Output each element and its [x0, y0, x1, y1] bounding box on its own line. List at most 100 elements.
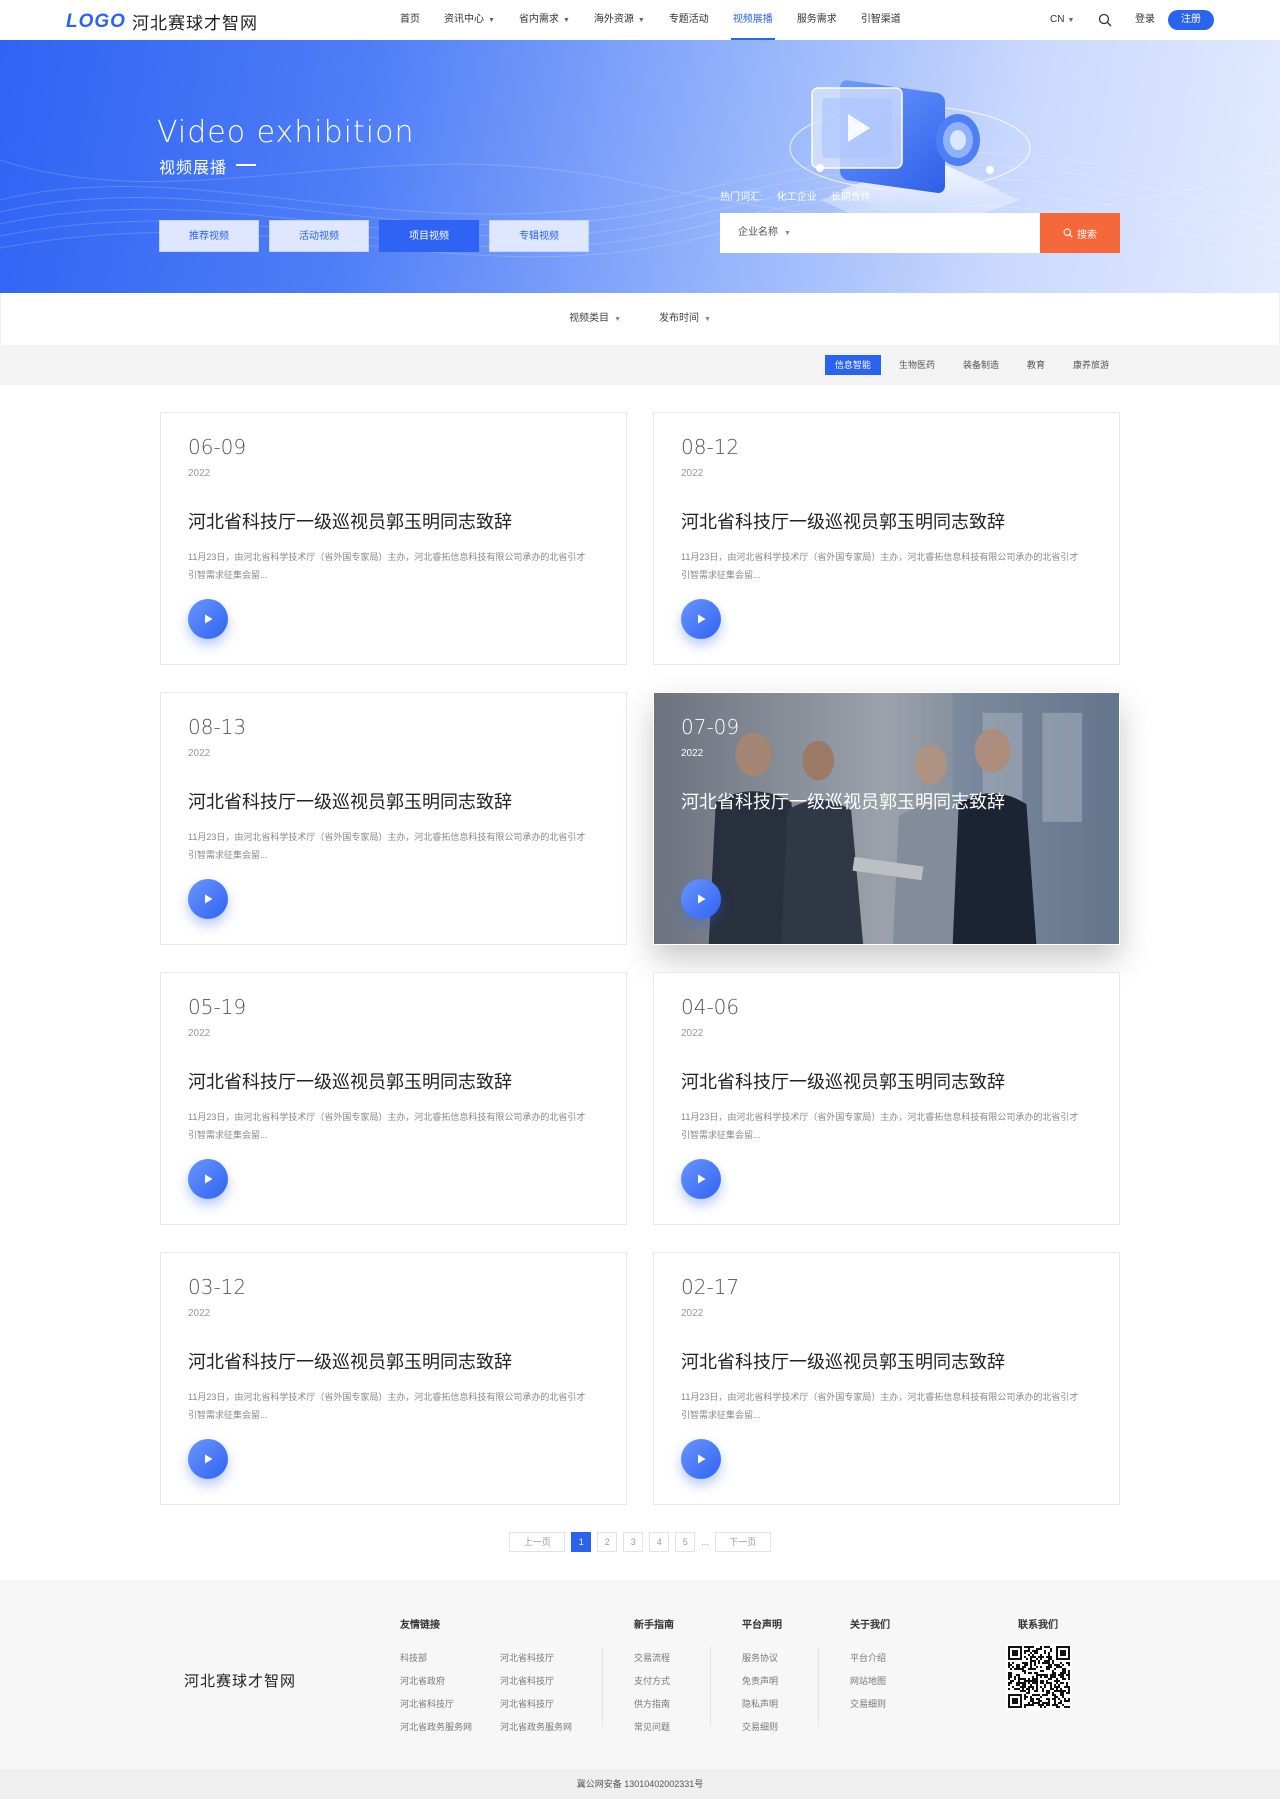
nav-item[interactable]: 省内需求 ▼ [507, 0, 582, 40]
industry-tag[interactable]: 教育 [1017, 355, 1055, 375]
footer-statement: 平台声明 服务协议 免责声明 隐私声明 交易细则 [742, 1616, 782, 1739]
footer-link[interactable]: 河北省政府 [400, 1670, 472, 1693]
footer-link[interactable]: 河北省科技厅 [500, 1693, 572, 1716]
industry-tag[interactable]: 生物医药 [889, 355, 945, 375]
video-card[interactable]: 05-19 2022 河北省科技厅一级巡视员郭玉明同志致辞 11月23日，由河北省科学… [160, 972, 627, 1225]
industry-tag[interactable]: 信息智能 [824, 355, 881, 375]
chevron-down-icon: ▼ [704, 316, 711, 323]
video-category-tab[interactable]: 专辑视频 [489, 220, 589, 252]
search-type-select[interactable]: 企业名称 ▼ [720, 213, 1040, 253]
footer-link[interactable]: 交易细则 [742, 1716, 782, 1739]
footer-logo[interactable]: 河北赛球才智网 [184, 1670, 296, 1691]
site-header: LOGO 河北赛球才智网 首页 资讯中心 ▼ 省内需求 ▼ 海外资源 ▼ 专题活动 视频展播 服务… [0, 0, 1280, 40]
footer-link[interactable]: 河北省科技厅 [500, 1647, 572, 1670]
nav-item[interactable]: 专题活动 [657, 0, 721, 40]
nav-item[interactable]: 引智渠道 [849, 0, 913, 40]
industry-tag-row: 信息智能 生物医药 装备制造 教育 康养旅游 [0, 345, 1280, 385]
next-page-button[interactable]: 下一页 [714, 1532, 771, 1552]
footer-link[interactable]: 服务协议 [742, 1647, 782, 1670]
site-logo[interactable]: LOGO 河北赛球才智网 [66, 9, 258, 34]
pagination: 上一页 1 2 3 4 5... 下一页 [0, 1532, 1280, 1552]
page-number-button[interactable]: 4 [649, 1532, 670, 1552]
qr-code-icon [1006, 1644, 1072, 1710]
play-button[interactable] [681, 879, 721, 919]
video-card[interactable]: 08-13 2022 河北省科技厅一级巡视员郭玉明同志致辞 11月23日，由河北省科学… [160, 692, 627, 945]
card-description: 11月23日，由河北省科学技术厅（省外国专家局）主办，河北睿拓信息科技有限公司承… [188, 552, 586, 580]
filter-publish-time[interactable]: 发布时间 ▼ [659, 293, 711, 345]
footer-link[interactable]: 河北省政务服务网 [400, 1716, 472, 1739]
industry-tag[interactable]: 装备制造 [953, 355, 1009, 375]
footer-link[interactable]: 免责声明 [742, 1670, 782, 1693]
footer-link[interactable]: 供方指南 [634, 1693, 674, 1716]
footer-guide: 新手指南 交易流程 支付方式 供方指南 常见问题 [634, 1616, 674, 1739]
register-button[interactable]: 注册 [1168, 10, 1214, 30]
page-number-button[interactable]: 2 [597, 1532, 618, 1552]
footer-link[interactable]: 交易细则 [850, 1693, 890, 1716]
play-button[interactable] [681, 1159, 721, 1199]
footer-link[interactable]: 网站地图 [850, 1670, 890, 1693]
play-icon [698, 614, 706, 624]
play-icon [698, 1454, 706, 1464]
footer-link[interactable]: 交易流程 [634, 1647, 674, 1670]
language-switch[interactable]: CN ▼ [1050, 0, 1074, 40]
video-card[interactable]: 02-17 2022 河北省科技厅一级巡视员郭玉明同志致辞 11月23日，由河北省科学… [653, 1252, 1120, 1505]
footer-link[interactable]: 平台介绍 [850, 1647, 890, 1670]
filter-video-category[interactable]: 视频类目 ▼ [569, 293, 621, 345]
page-number-button[interactable]: 3 [623, 1532, 644, 1552]
footer-column-title: 关于我们 [850, 1620, 890, 1631]
chevron-down-icon: ▼ [488, 17, 495, 24]
nav-item[interactable]: 视频展播 [721, 0, 785, 40]
footer-link[interactable]: 河北省科技厅 [500, 1670, 572, 1693]
play-button[interactable] [681, 1439, 721, 1479]
nav-item[interactable]: 首页 [388, 0, 432, 40]
video-category-tab[interactable]: 项目视频 [379, 220, 479, 252]
video-card[interactable]: 04-06 2022 河北省科技厅一级巡视员郭玉明同志致辞 11月23日，由河北省科学… [653, 972, 1120, 1225]
video-category-tab[interactable]: 活动视频 [269, 220, 369, 252]
page-number-button[interactable]: 1 [571, 1532, 592, 1552]
video-card-featured[interactable]: 07-09 2022 河北省科技厅一级巡视员郭玉明同志致辞 [653, 692, 1120, 945]
card-title: 河北省科技厅一级巡视员郭玉明同志致辞 [188, 1072, 512, 1092]
login-link[interactable]: 登录 [1135, 0, 1155, 40]
nav-item[interactable]: 资讯中心 ▼ [432, 0, 507, 40]
card-year: 2022 [188, 468, 211, 479]
play-icon [698, 1174, 706, 1184]
card-date: 07-09 [681, 715, 740, 739]
play-button[interactable] [188, 1439, 228, 1479]
footer-link[interactable]: 河北省政务服务网 [500, 1716, 572, 1739]
card-year: 2022 [681, 748, 704, 759]
nav-item[interactable]: 服务需求 [785, 0, 849, 40]
nav-item-label: 海外资源 [593, 14, 634, 25]
video-card[interactable]: 08-12 2022 河北省科技厅一级巡视员郭玉明同志致辞 11月23日，由河北省科学… [653, 412, 1120, 665]
footer-link[interactable]: 支付方式 [634, 1670, 674, 1693]
footer-divider [818, 1646, 819, 1726]
search-button[interactable]: 搜索 [1040, 213, 1120, 253]
chevron-down-icon: ▼ [637, 17, 645, 24]
hot-word[interactable]: 长期合作 [831, 188, 871, 203]
footer-link[interactable]: 科技部 [400, 1647, 472, 1670]
play-icon [205, 894, 213, 904]
play-button[interactable] [188, 599, 228, 639]
play-button[interactable] [681, 599, 721, 639]
footer-about: 关于我们平台介绍 网站地图 交易细则 [850, 1616, 890, 1716]
hot-word[interactable]: 化工企业 [777, 188, 817, 203]
search-icon[interactable] [1098, 13, 1112, 27]
video-card[interactable]: 06-09 2022 河北省科技厅一级巡视员郭玉明同志致辞 11月23日，由河北省科学… [160, 412, 627, 665]
page-number-button[interactable]: 5 [675, 1532, 696, 1552]
play-button[interactable] [188, 1159, 228, 1199]
card-title: 河北省科技厅一级巡视员郭玉明同志致辞 [188, 512, 512, 532]
industry-tag[interactable]: 康养旅游 [1063, 355, 1119, 375]
prev-page-button[interactable]: 上一页 [509, 1532, 566, 1552]
play-button[interactable] [188, 879, 228, 919]
play-icon [205, 1454, 213, 1464]
footer-link[interactable]: 常见问题 [634, 1716, 674, 1739]
card-description: 11月23日，由河北省科学技术厅（省外国专家局）主办，河北睿拓信息科技有限公司承… [188, 1112, 586, 1140]
video-category-tab[interactable]: 推荐视频 [159, 220, 259, 252]
footer-link[interactable]: 隐私声明 [742, 1693, 782, 1716]
search-icon [1063, 228, 1073, 238]
footer-link[interactable]: 河北省科技厅 [400, 1693, 472, 1716]
video-category-tabs: 推荐视频 活动视频 项目视频 专辑视频 [159, 220, 589, 252]
video-card[interactable]: 03-12 2022 河北省科技厅一级巡视员郭玉明同志致辞 11月23日，由河北省科学… [160, 1252, 627, 1505]
card-title: 河北省科技厅一级巡视员郭玉明同志致辞 [681, 1352, 1005, 1372]
card-title: 河北省科技厅一级巡视员郭玉明同志致辞 [681, 1072, 1005, 1092]
nav-item[interactable]: 海外资源 ▼ [582, 0, 657, 40]
